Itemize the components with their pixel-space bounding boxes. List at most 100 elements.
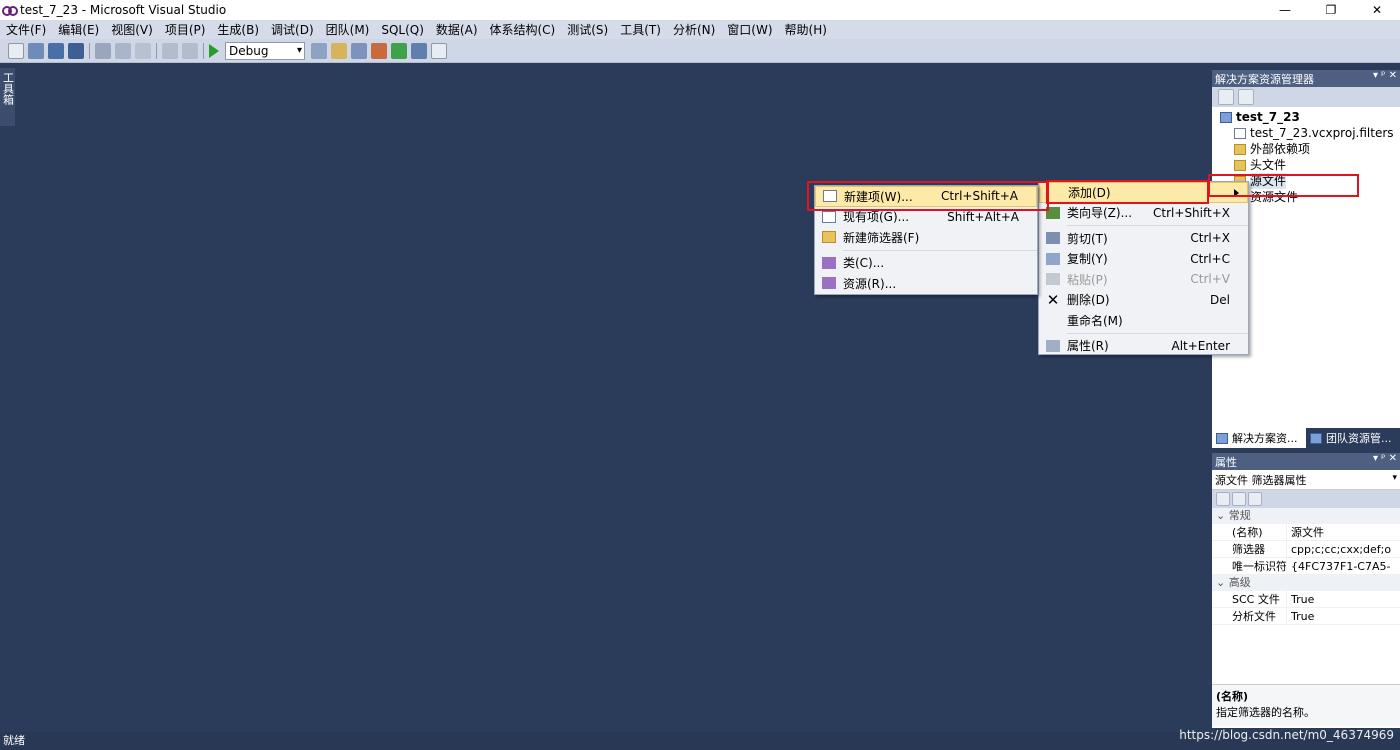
property-row[interactable]: SCC 文件 True — [1212, 591, 1400, 608]
save-all-icon[interactable] — [68, 42, 84, 59]
restore-button[interactable]: ❐ — [1308, 0, 1354, 20]
paste-icon[interactable] — [135, 42, 151, 59]
new-filter-icon — [822, 231, 836, 244]
toolbar-divider — [203, 42, 204, 59]
property-row[interactable]: 唯一标识符 {4FC737F1-C7A5- — [1212, 558, 1400, 575]
solution-config-select[interactable]: Debug — [225, 41, 305, 60]
paste-icon — [1046, 273, 1060, 286]
folder-icon — [1234, 159, 1246, 171]
category-general[interactable]: ⌄ 常规 — [1212, 508, 1400, 524]
toolbar-divider — [89, 42, 90, 59]
cut-icon[interactable] — [95, 42, 111, 59]
description-text: 指定筛选器的名称。 — [1216, 706, 1315, 719]
save-icon[interactable] — [48, 42, 64, 59]
annotation-box-source-files — [1208, 174, 1359, 197]
close-button[interactable]: ✕ — [1354, 0, 1400, 20]
minimize-button[interactable]: — — [1262, 0, 1308, 20]
category-advanced[interactable]: ⌄ 高级 — [1212, 575, 1400, 591]
file-icon — [1234, 127, 1246, 139]
menu-item-cut[interactable]: 剪切(T) Ctrl+X — [1039, 228, 1248, 249]
undo-icon[interactable] — [162, 42, 178, 59]
solution-explorer-title: 解决方案资源管理器 — [1215, 72, 1314, 86]
menu-window[interactable]: 窗口(W) — [721, 21, 778, 38]
open-file-icon[interactable] — [28, 42, 44, 59]
properties-header: 属性 ▾ ᵖ ✕ — [1212, 453, 1400, 470]
menu-tools[interactable]: 工具(T) — [614, 21, 667, 38]
properties-icon[interactable] — [1238, 89, 1254, 105]
resource-icon — [822, 277, 836, 290]
toolbox-tab[interactable]: 工具箱 — [0, 68, 15, 126]
panel-pin-close-icons[interactable]: ▾ ᵖ ✕ — [1373, 453, 1397, 464]
properties-icon — [1046, 339, 1060, 352]
menu-item-delete[interactable]: ✕ 删除(D) Del — [1039, 290, 1248, 311]
menu-item-paste[interactable]: 粘贴(P) Ctrl+V — [1039, 269, 1248, 290]
class-view-icon[interactable] — [411, 42, 427, 59]
folder-icon — [1234, 143, 1246, 155]
property-row[interactable]: (名称) 源文件 — [1212, 524, 1400, 541]
menu-team[interactable]: 团队(M) — [320, 21, 376, 38]
existing-item-icon — [822, 210, 836, 223]
description-title: (名称) — [1216, 690, 1249, 703]
tab-solution-explorer[interactable]: 解决方案资... — [1212, 428, 1306, 448]
copy-icon — [1046, 252, 1060, 265]
annotation-box-add — [1046, 180, 1209, 204]
tree-project-node[interactable]: test_7_23 — [1212, 109, 1400, 125]
start-debugging-icon[interactable] — [209, 43, 219, 58]
alphabetical-icon[interactable] — [1232, 492, 1246, 506]
menu-analyze[interactable]: 分析(N) — [667, 21, 721, 38]
tree-item[interactable]: 头文件 — [1212, 157, 1400, 173]
menu-item-properties[interactable]: 属性(R) Alt+Enter — [1039, 336, 1248, 357]
property-description: (名称) 指定筛选器的名称。 — [1212, 684, 1400, 726]
solution-explorer-icon[interactable] — [331, 42, 347, 59]
properties-object-selector[interactable]: 源文件 筛选器属性 — [1212, 470, 1400, 490]
menu-item-rename[interactable]: 重命名(M) — [1039, 310, 1248, 331]
menu-item-resource[interactable]: 资源(R)... — [815, 273, 1037, 294]
tree-item[interactable]: 外部依赖项 — [1212, 141, 1400, 157]
show-all-files-icon[interactable] — [1218, 89, 1234, 105]
vs-logo-icon — [2, 5, 18, 16]
menu-bar: 文件(F) 编辑(E) 视图(V) 项目(P) 生成(B) 调试(D) 团队(M… — [0, 20, 1400, 39]
title-bar: test_7_23 - Microsoft Visual Studio — ❐ … — [0, 0, 1400, 20]
context-menu: 添加(D) 类向导(Z)... Ctrl+Shift+X 剪切(T) Ctrl+… — [1038, 181, 1249, 355]
toolbar-divider — [156, 42, 157, 59]
menu-sql[interactable]: SQL(Q) — [375, 23, 430, 37]
annotation-box-new-item — [807, 181, 1049, 211]
categorized-icon[interactable] — [1216, 492, 1230, 506]
menu-debug[interactable]: 调试(D) — [265, 21, 320, 38]
team-explorer-icon — [1310, 432, 1322, 444]
property-row[interactable]: 筛选器 cpp;c;cc;cxx;def;o — [1212, 541, 1400, 558]
watermark-text: https://blog.csdn.net/m0_46374969 — [1179, 728, 1394, 742]
new-project-icon[interactable] — [8, 42, 24, 59]
property-row[interactable]: 分析文件 True — [1212, 608, 1400, 625]
menu-item-copy[interactable]: 复制(Y) Ctrl+C — [1039, 249, 1248, 270]
tree-item[interactable]: test_7_23.vcxproj.filters — [1212, 125, 1400, 141]
command-window-icon[interactable] — [431, 42, 447, 59]
standard-toolbar: Debug — [0, 39, 1400, 63]
menu-item-new-filter[interactable]: 新建筛选器(F) — [815, 227, 1037, 248]
object-browser-icon[interactable] — [391, 42, 407, 59]
toolbox-icon[interactable] — [371, 42, 387, 59]
window-title: test_7_23 - Microsoft Visual Studio — [20, 3, 227, 17]
tab-team-explorer[interactable]: 团队资源管... — [1306, 428, 1400, 448]
redo-icon[interactable] — [182, 42, 198, 59]
project-icon — [1220, 111, 1232, 123]
menu-build[interactable]: 生成(B) — [211, 21, 265, 38]
solution-explorer-icon — [1216, 432, 1228, 444]
cut-icon — [1046, 232, 1060, 245]
menu-item-class-wizard[interactable]: 类向导(Z)... Ctrl+Shift+X — [1039, 203, 1248, 224]
menu-item-class[interactable]: 类(C)... — [815, 253, 1037, 274]
menu-project[interactable]: 项目(P) — [159, 21, 212, 38]
properties-window-icon[interactable] — [351, 42, 367, 59]
panel-pin-close-icons[interactable]: ▾ ᵖ ✕ — [1373, 70, 1397, 81]
menu-view[interactable]: 视图(V) — [105, 21, 159, 38]
menu-edit[interactable]: 编辑(E) — [52, 21, 105, 38]
find-in-files-icon[interactable] — [311, 42, 327, 59]
menu-test[interactable]: 测试(S) — [561, 21, 614, 38]
properties-title: 属性 — [1215, 455, 1237, 469]
menu-file[interactable]: 文件(F) — [0, 21, 52, 38]
property-pages-icon[interactable] — [1248, 492, 1262, 506]
menu-data[interactable]: 数据(A) — [430, 21, 484, 38]
copy-icon[interactable] — [115, 42, 131, 59]
menu-help[interactable]: 帮助(H) — [779, 21, 833, 38]
menu-architecture[interactable]: 体系结构(C) — [484, 21, 562, 38]
